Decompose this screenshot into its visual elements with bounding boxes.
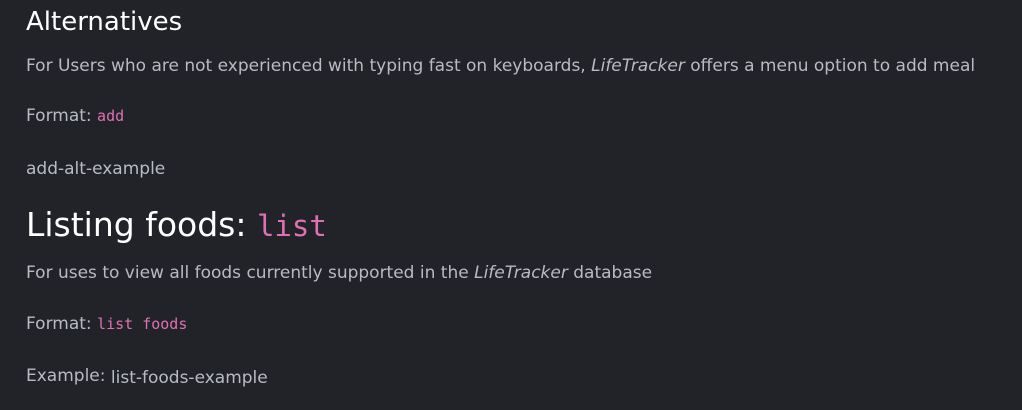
listing-foods-heading: Listing foods: list — [26, 203, 327, 248]
list-command-code: list — [256, 209, 327, 243]
listing-description: For uses to view all foods currently sup… — [26, 262, 652, 284]
listing-format: Format: list foods — [26, 313, 187, 335]
list-foods-example-image: list-foods-example — [110, 368, 268, 388]
list-foods-command-code: list foods — [97, 315, 188, 333]
alternatives-description-prefix: For Users who are not experienced with t… — [26, 56, 592, 76]
alternatives-description-suffix: offers a menu option to add meal — [684, 56, 976, 76]
listing-description-suffix: database — [567, 263, 653, 283]
add-alt-example-image: add-alt-example — [26, 159, 166, 179]
listing-example: Example: list-foods-example — [26, 365, 268, 388]
app-name: LifeTracker — [474, 263, 568, 283]
alternatives-heading: Alternatives — [26, 7, 183, 37]
example-label: Example: — [26, 366, 111, 386]
alternatives-description: For Users who are not experienced with t… — [26, 55, 975, 77]
add-command-code: add — [97, 107, 125, 125]
format-label: Format: — [26, 106, 98, 126]
format-label: Format: — [26, 314, 98, 334]
alternatives-format: Format: add — [26, 105, 124, 127]
listing-foods-heading-text: Listing foods: — [26, 205, 257, 244]
listing-description-prefix: For uses to view all foods currently sup… — [26, 263, 475, 283]
app-name: LifeTracker — [591, 56, 685, 76]
